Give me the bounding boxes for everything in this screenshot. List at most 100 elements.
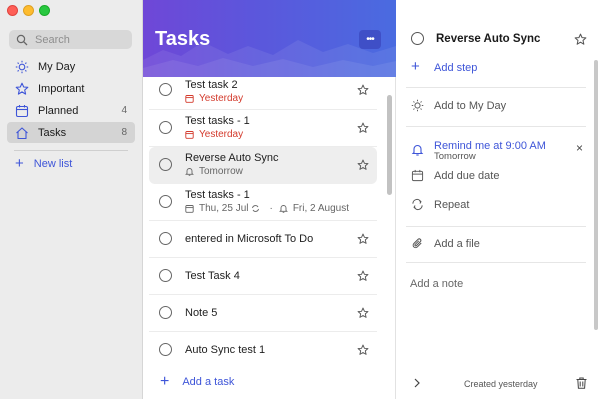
complete-task-checkbox[interactable]	[159, 83, 172, 96]
add-step-button[interactable]: + Add step	[411, 58, 478, 75]
reminder-button[interactable]: Remind me at 9:00 AM	[411, 135, 546, 156]
task-list: Test task 2 Yesterday Test tasks - 1 Yes…	[143, 77, 387, 369]
task-title: entered in Microsoft To Do	[185, 233, 314, 245]
task-row[interactable]: Auto Sync test 1	[149, 332, 377, 369]
sidebar-item-count: 8	[121, 127, 127, 138]
task-row[interactable]: entered in Microsoft To Do	[149, 221, 377, 258]
task-row[interactable]: Test tasks - 1 Thu, 25 Jul · Fri, 2 Augu…	[149, 184, 377, 221]
sun-icon	[411, 99, 424, 112]
zoom-window-button[interactable]	[39, 5, 50, 16]
star-icon[interactable]	[357, 307, 369, 319]
divider	[406, 126, 586, 127]
created-date: Created yesterday	[464, 379, 538, 389]
minimize-window-button[interactable]	[23, 5, 34, 16]
plus-icon: +	[15, 155, 24, 172]
close-window-button[interactable]	[7, 5, 18, 16]
task-title: Test Task 4	[185, 270, 240, 282]
repeat-icon	[251, 204, 260, 213]
sidebar-item-label: Planned	[38, 104, 79, 117]
calendar-icon	[185, 94, 194, 103]
complete-task-checkbox[interactable]	[159, 121, 172, 134]
search-input[interactable]	[35, 33, 123, 46]
detail-header: Reverse Auto Sync	[411, 32, 540, 45]
task-title: Reverse Auto Sync	[185, 152, 279, 164]
bell-icon	[411, 143, 424, 156]
divider	[406, 87, 586, 88]
task-row[interactable]: Note 5	[149, 295, 377, 332]
task-list-pane: Tasks ••• Test task 2 Yesterday Test tas…	[143, 0, 396, 399]
task-row-selected[interactable]: Reverse Auto Sync Tomorrow	[149, 147, 377, 184]
detail-scrollbar[interactable]	[594, 60, 598, 330]
add-step-label: Add step	[434, 61, 478, 74]
bell-icon	[185, 167, 194, 176]
sidebar-item-label: Tasks	[38, 126, 67, 139]
add-file-button[interactable]: Add a file	[411, 237, 480, 250]
dot-separator: ·	[269, 203, 273, 214]
task-title: Test tasks - 1	[185, 115, 250, 127]
complete-task-checkbox[interactable]	[159, 269, 172, 282]
complete-task-checkbox[interactable]	[159, 195, 172, 208]
add-file-label: Add a file	[434, 237, 480, 250]
sidebar-nav: My Day Important Planned 4 Tasks 8	[7, 56, 135, 144]
star-icon[interactable]	[357, 233, 369, 245]
sidebar-item-count: 4	[121, 105, 127, 116]
trash-icon[interactable]	[576, 377, 587, 389]
star-icon[interactable]	[357, 159, 369, 171]
plus-icon: +	[160, 373, 170, 390]
plus-icon: +	[411, 58, 420, 75]
search-box[interactable]	[9, 30, 132, 49]
task-dates: Thu, 25 Jul · Fri, 2 August	[185, 203, 349, 214]
star-icon	[15, 82, 29, 96]
complete-task-checkbox[interactable]	[159, 306, 172, 319]
task-row[interactable]: Test tasks - 1 Yesterday	[149, 110, 377, 147]
star-icon[interactable]	[357, 122, 369, 134]
star-icon[interactable]	[357, 84, 369, 96]
home-icon	[15, 126, 29, 140]
star-icon[interactable]	[357, 344, 369, 356]
more-options-button[interactable]: •••	[359, 30, 381, 49]
reminder-label: Remind me at 9:00 AM	[434, 139, 546, 152]
window-controls	[7, 5, 50, 16]
sidebar-item-label: My Day	[38, 60, 76, 73]
task-detail-pane: Reverse Auto Sync + Add step Add to My D…	[396, 0, 600, 399]
paperclip-icon	[411, 237, 424, 250]
complete-task-checkbox[interactable]	[159, 343, 172, 356]
repeat-button[interactable]: Repeat	[411, 198, 469, 211]
task-title: Test tasks - 1	[185, 189, 250, 201]
task-due-date: Yesterday	[185, 93, 243, 104]
list-header-banner: Tasks •••	[143, 0, 396, 77]
new-list-button[interactable]: + New list	[15, 155, 73, 172]
task-list-scrollbar[interactable]	[387, 95, 392, 195]
add-task-label: Add a task	[182, 376, 235, 388]
add-due-date-button[interactable]: Add due date	[411, 169, 499, 182]
task-title: Note 5	[185, 307, 218, 319]
search-icon	[16, 34, 28, 46]
note-field[interactable]: Add a note	[410, 278, 463, 290]
new-list-label: New list	[33, 158, 73, 170]
add-task-button[interactable]: + Add a task	[160, 373, 235, 390]
chevron-right-icon[interactable]	[412, 377, 422, 389]
star-icon[interactable]	[357, 270, 369, 282]
complete-task-checkbox[interactable]	[159, 158, 172, 171]
list-title: Tasks	[155, 28, 211, 50]
add-to-my-day-label: Add to My Day	[434, 99, 507, 112]
task-row[interactable]: Test task 2 Yesterday	[149, 77, 377, 110]
add-to-my-day-button[interactable]: Add to My Day	[411, 99, 506, 112]
remove-reminder-button[interactable]: ×	[576, 141, 583, 155]
sidebar-item-tasks[interactable]: Tasks 8	[7, 122, 135, 143]
add-due-date-label: Add due date	[434, 169, 500, 182]
star-icon[interactable]	[574, 33, 587, 46]
divider	[406, 226, 586, 227]
sidebar-item-planned[interactable]: Planned 4	[7, 100, 135, 121]
task-row[interactable]: Test Task 4	[149, 258, 377, 295]
task-reminder: Tomorrow	[185, 166, 243, 177]
sidebar-item-my-day[interactable]: My Day	[7, 56, 135, 77]
repeat-label: Repeat	[434, 198, 470, 211]
sidebar-item-important[interactable]: Important	[7, 78, 135, 99]
complete-task-checkbox[interactable]	[159, 232, 172, 245]
detail-task-title[interactable]: Reverse Auto Sync	[436, 33, 540, 45]
complete-task-checkbox[interactable]	[411, 32, 424, 45]
divider	[406, 262, 586, 263]
sun-icon	[15, 60, 29, 74]
calendar-icon	[185, 130, 194, 139]
